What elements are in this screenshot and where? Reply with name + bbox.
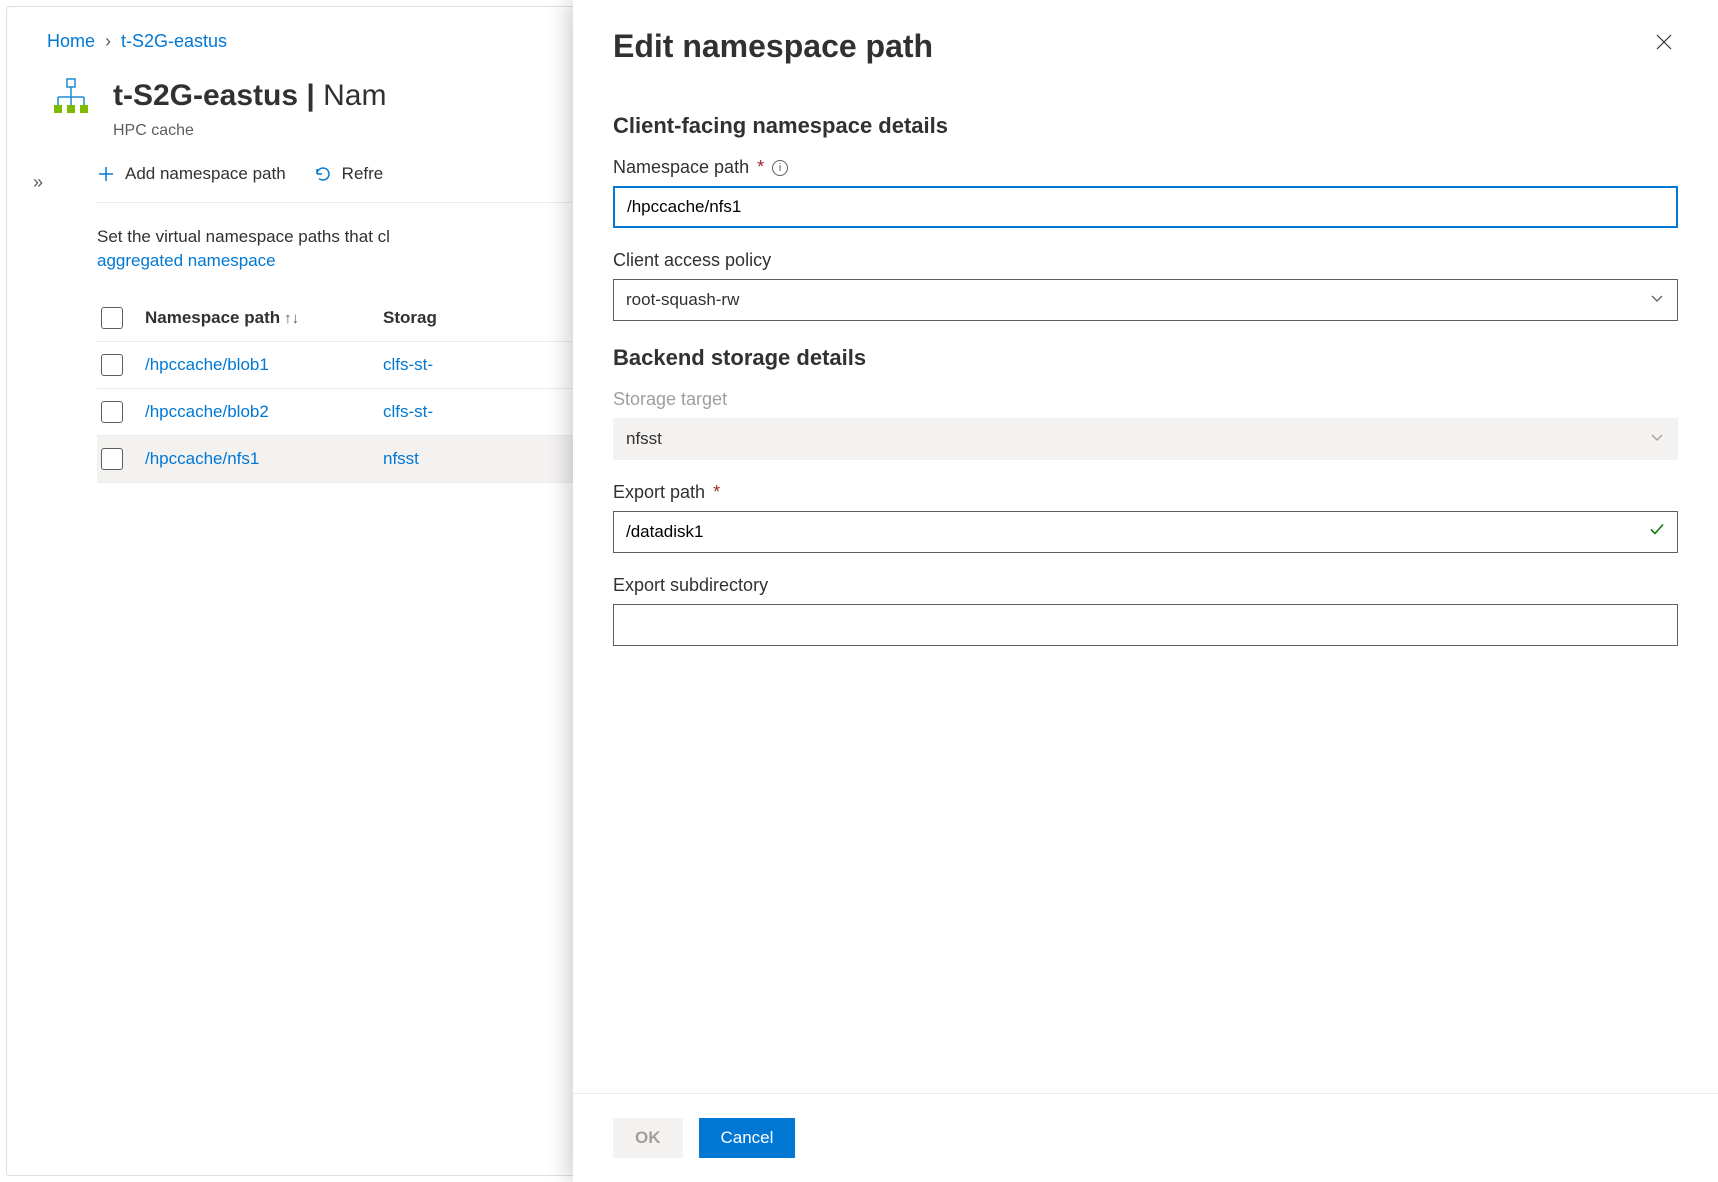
close-icon — [1654, 32, 1674, 52]
storage-target-link[interactable]: clfs-st- — [383, 355, 433, 374]
section-backend-details: Backend storage details — [613, 345, 1678, 371]
info-icon[interactable]: i — [772, 160, 788, 176]
header-namespace-path[interactable]: Namespace path↑↓ — [145, 308, 365, 328]
add-namespace-label: Add namespace path — [125, 164, 286, 184]
namespace-path-input[interactable] — [613, 186, 1678, 228]
storage-target-link[interactable]: clfs-st- — [383, 402, 433, 421]
refresh-icon — [314, 165, 332, 183]
storage-target-label: Storage target — [613, 389, 1678, 410]
ok-button[interactable]: OK — [613, 1118, 683, 1158]
panel-footer: OK Cancel — [573, 1093, 1718, 1182]
breadcrumb-item[interactable]: t-S2G-eastus — [121, 31, 227, 52]
expand-menu-button[interactable]: » — [33, 172, 43, 193]
checkmark-icon — [1648, 521, 1666, 544]
edit-namespace-panel: Edit namespace path Client-facing namesp… — [573, 0, 1718, 1182]
add-namespace-button[interactable]: Add namespace path — [97, 164, 286, 184]
header-storage[interactable]: Storag — [383, 308, 483, 328]
storage-target-select: nfsst — [613, 418, 1678, 460]
storage-target-value: nfsst — [626, 429, 662, 449]
row-checkbox[interactable] — [101, 354, 123, 376]
export-subdir-input[interactable] — [613, 604, 1678, 646]
namespace-path-link[interactable]: /hpccache/nfs1 — [145, 449, 259, 468]
aggregated-namespace-link[interactable]: aggregated namespace — [97, 251, 276, 270]
chevron-down-icon — [1649, 290, 1665, 311]
namespace-path-link[interactable]: /hpccache/blob1 — [145, 355, 269, 374]
close-button[interactable] — [1650, 28, 1678, 61]
refresh-button[interactable]: Refre — [314, 164, 384, 184]
sort-icon: ↑↓ — [284, 310, 299, 327]
chevron-right-icon: › — [105, 31, 111, 52]
row-checkbox[interactable] — [101, 401, 123, 423]
cancel-button[interactable]: Cancel — [699, 1118, 796, 1158]
select-all-checkbox[interactable] — [101, 307, 123, 329]
resource-icon — [47, 72, 95, 120]
export-path-label: Export path * — [613, 482, 1678, 503]
client-access-policy-label: Client access policy — [613, 250, 1678, 271]
chevron-down-icon — [1649, 429, 1665, 450]
client-access-policy-select[interactable]: root-squash-rw — [613, 279, 1678, 321]
namespace-path-label: Namespace path * i — [613, 157, 1678, 178]
storage-target-link[interactable]: nfsst — [383, 449, 419, 468]
namespace-path-link[interactable]: /hpccache/blob2 — [145, 402, 269, 421]
plus-icon — [97, 165, 115, 183]
row-checkbox[interactable] — [101, 448, 123, 470]
breadcrumb-home[interactable]: Home — [47, 31, 95, 52]
section-client-details: Client-facing namespace details — [613, 113, 1678, 139]
refresh-label: Refre — [342, 164, 384, 184]
page-title: t-S2G-eastus | Nam — [113, 79, 386, 113]
client-access-policy-value: root-squash-rw — [626, 290, 739, 310]
panel-title: Edit namespace path — [613, 28, 933, 65]
export-subdir-label: Export subdirectory — [613, 575, 1678, 596]
export-path-input[interactable] — [613, 511, 1678, 553]
